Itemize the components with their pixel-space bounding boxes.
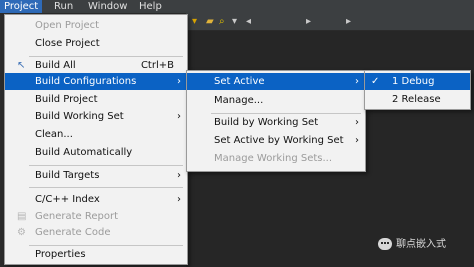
menu-item-build-by-working-set[interactable]: Build by Working Set › — [187, 114, 365, 131]
menu-item-generate-code[interactable]: ⚙ Generate Code — [5, 224, 187, 241]
menu-item-label: Build Automatically — [35, 147, 133, 158]
report-icon: ▤ — [17, 211, 27, 222]
gear-icon: ⚙ — [17, 227, 26, 238]
menu-item-label: Manage... — [214, 95, 264, 106]
menu-item-label: Build Working Set — [35, 111, 124, 122]
submenu-arrow-icon: › — [177, 170, 181, 181]
menu-item-label: Build Targets — [35, 170, 100, 181]
menu-item-properties[interactable]: Properties — [5, 246, 187, 263]
menu-item-label: Build Project — [35, 94, 98, 105]
toolbar-arrow-icon[interactable]: ▾ — [192, 16, 197, 27]
submenu-arrow-icon: › — [355, 117, 359, 128]
menu-item-build-all[interactable]: ↖ Build All Ctrl+B — [5, 57, 187, 74]
nav-icon[interactable]: ▸ — [346, 16, 351, 27]
menu-item-label: Build All — [35, 60, 76, 71]
checkmark-icon: ✓ — [371, 76, 380, 87]
menu-item-build-working-set[interactable]: Build Working Set › — [5, 108, 187, 125]
build-hammer-icon: ↖ — [17, 60, 26, 71]
menu-item-label: Set Active — [214, 76, 265, 87]
watermark: 聊点嵌入式 — [378, 236, 446, 254]
menu-item-label: 2 Release — [392, 94, 441, 105]
menu-item-open-project[interactable]: Open Project — [5, 17, 187, 34]
back-icon[interactable]: ◂ — [246, 16, 251, 27]
menu-item-generate-report[interactable]: ▤ Generate Report — [5, 208, 187, 225]
submenu-arrow-icon: › — [355, 135, 359, 146]
submenu-arrow-icon: › — [177, 194, 181, 205]
menu-item-label: Generate Code — [35, 227, 111, 238]
menu-item-debug[interactable]: ✓ 1 Debug — [365, 73, 470, 90]
menu-help[interactable]: Help — [135, 0, 166, 13]
menu-item-set-active[interactable]: Set Active › — [187, 73, 365, 90]
menu-item-cpp-index[interactable]: C/C++ Index › — [5, 191, 187, 208]
search-icon[interactable]: ⌕ — [219, 16, 225, 27]
menu-item-label: C/C++ Index — [35, 194, 100, 205]
menu-item-label: Properties — [35, 249, 86, 260]
menu-item-set-active-by-working-set[interactable]: Set Active by Working Set › — [187, 132, 365, 149]
watermark-text: 聊点嵌入式 — [396, 239, 446, 250]
menu-project[interactable]: Project — [0, 0, 43, 13]
toolbar: ▾ ▰ ⌕ ▾ ◂ ▸ ▸ — [186, 13, 474, 31]
menu-item-manage[interactable]: Manage... — [187, 92, 365, 109]
menu-item-label: Build Configurations — [35, 76, 137, 87]
set-active-menu: ✓ 1 Debug 2 Release — [364, 70, 471, 110]
menu-item-manage-working-sets[interactable]: Manage Working Sets... — [187, 150, 365, 167]
menu-window[interactable]: Window — [84, 0, 131, 13]
menu-item-clean[interactable]: Clean... — [5, 126, 187, 143]
menu-item-release[interactable]: 2 Release — [365, 91, 470, 108]
forward-icon[interactable]: ▸ — [306, 16, 311, 27]
menu-item-label: Open Project — [35, 20, 100, 31]
menu-item-close-project[interactable]: Close Project — [5, 35, 187, 52]
menu-item-build-project[interactable]: Build Project — [5, 91, 187, 108]
menu-item-label: Build by Working Set — [214, 117, 319, 128]
menu-item-label: Manage Working Sets... — [214, 153, 333, 164]
menu-item-label: Generate Report — [35, 211, 119, 222]
submenu-arrow-icon: › — [177, 76, 181, 87]
menu-item-build-automatically[interactable]: Build Automatically — [5, 144, 187, 161]
folder-icon[interactable]: ▰ — [206, 16, 214, 27]
build-configurations-menu: Set Active › Manage... Build by Working … — [186, 70, 366, 172]
menu-item-build-configurations[interactable]: Build Configurations › — [5, 73, 187, 90]
menu-bar: Project Run Window Help — [0, 0, 474, 13]
menu-item-label: Close Project — [35, 38, 100, 49]
menu-item-accelerator: Ctrl+B — [140, 60, 174, 71]
submenu-arrow-icon: › — [177, 111, 181, 122]
menu-item-build-targets[interactable]: Build Targets › — [5, 167, 187, 184]
dropdown-icon[interactable]: ▾ — [232, 16, 237, 27]
menu-separator — [29, 187, 183, 188]
submenu-arrow-icon: › — [355, 76, 359, 87]
wechat-icon — [378, 238, 392, 250]
menu-item-label: Clean... — [35, 129, 73, 140]
menu-item-label: 1 Debug — [392, 76, 435, 87]
menu-run[interactable]: Run — [50, 0, 77, 13]
menu-item-label: Set Active by Working Set — [214, 135, 344, 146]
project-menu: Open Project Close Project ↖ Build All C… — [4, 14, 188, 265]
menu-separator — [29, 165, 183, 166]
